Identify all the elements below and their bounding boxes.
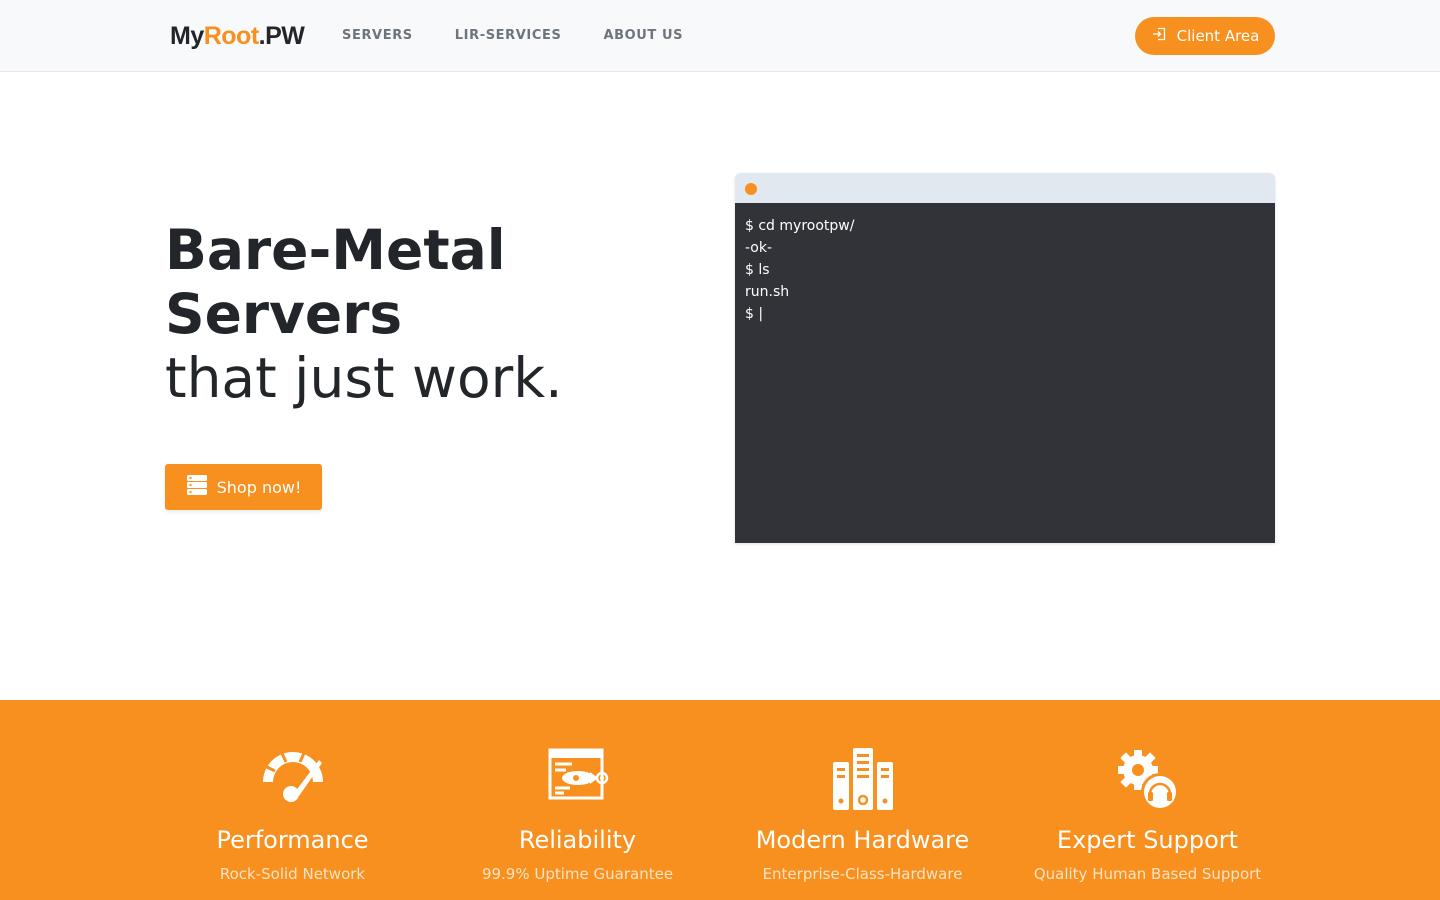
main-nav: SERVERS LIR-SERVICES ABOUT US bbox=[342, 28, 725, 44]
terminal-body: $ cd myrootpw/ -ok- $ ls run.sh $ | bbox=[735, 203, 1275, 543]
hero-tagline: that just work. bbox=[165, 346, 563, 410]
client-area-button[interactable]: Client Area bbox=[1135, 17, 1275, 55]
feature-title: Performance bbox=[216, 826, 369, 854]
terminal-window: $ cd myrootpw/ -ok- $ ls run.sh $ | bbox=[735, 173, 1275, 543]
feature-title: Reliability bbox=[518, 826, 637, 854]
logo[interactable]: My Root .PW bbox=[170, 20, 305, 52]
feature-subtitle: Quality Human Based Support bbox=[1033, 865, 1262, 883]
feature-performance: Performance Rock-Solid Network bbox=[150, 700, 435, 900]
feature-expert-support: Expert Support Quality Human Based Suppo… bbox=[1005, 700, 1290, 900]
feature-reliability: Reliability 99.9% Uptime Guarantee bbox=[435, 700, 720, 900]
client-area-label: Client Area bbox=[1176, 27, 1260, 45]
terminal-prompt: $ | bbox=[745, 306, 764, 322]
shop-now-label: Shop now! bbox=[216, 477, 302, 497]
logo-text-root: Root bbox=[203, 22, 259, 50]
feature-subtitle: Enterprise-Class-Hardware bbox=[762, 865, 963, 883]
gear-headset-icon bbox=[1116, 748, 1180, 812]
shop-now-button[interactable]: Shop now! bbox=[165, 464, 322, 510]
terminal-line: -ok- bbox=[745, 240, 773, 256]
feature-title: Modern Hardware bbox=[755, 826, 970, 854]
logo-text-my: My bbox=[170, 22, 204, 50]
top-navbar: My Root .PW SERVERS LIR-SERVICES ABOUT US … bbox=[0, 0, 1440, 72]
logo-text-pw: .PW bbox=[258, 22, 305, 50]
sign-in-icon bbox=[1151, 26, 1167, 46]
feature-subtitle: Rock-Solid Network bbox=[219, 865, 366, 883]
terminal-line: $ ls bbox=[745, 262, 770, 278]
feature-modern-hardware: Modern Hardware Enterprise-Class-Hardwar… bbox=[720, 700, 1005, 900]
features-band: Performance Rock-Solid Network Reliabili… bbox=[0, 700, 1440, 900]
hero-title-line-1: Bare-Metal bbox=[165, 218, 506, 282]
server-list-icon bbox=[186, 474, 208, 500]
rocket-window-icon bbox=[546, 748, 610, 812]
feature-subtitle: 99.9% Uptime Guarantee bbox=[481, 865, 674, 883]
nav-item-about-us[interactable]: ABOUT US bbox=[603, 28, 683, 44]
nav-item-servers[interactable]: SERVERS bbox=[342, 28, 413, 44]
terminal-line: run.sh bbox=[745, 284, 790, 300]
speedometer-icon bbox=[261, 748, 325, 812]
server-tower-icon bbox=[831, 748, 895, 812]
feature-title: Expert Support bbox=[1056, 826, 1239, 854]
terminal-dot-icon bbox=[745, 183, 757, 195]
hero-title-line-2: Servers bbox=[165, 282, 403, 346]
terminal-line: $ cd myrootpw/ bbox=[745, 218, 855, 234]
hero-heading: Bare-Metal Servers that just work. bbox=[165, 218, 685, 410]
terminal-title-bar bbox=[735, 173, 1275, 203]
nav-item-lir-services[interactable]: LIR-SERVICES bbox=[455, 28, 562, 44]
